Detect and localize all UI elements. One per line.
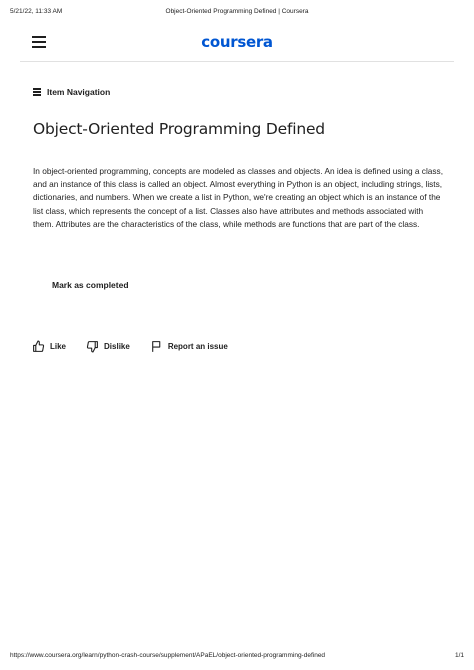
report-issue-label: Report an issue [167, 342, 228, 351]
page-title: Object-Oriented Programming Defined [33, 120, 325, 138]
list-icon [33, 88, 41, 96]
article-body: In object-oriented programming, concepts… [33, 166, 444, 229]
flag-icon [151, 341, 161, 352]
like-button[interactable]: Like [32, 340, 66, 353]
print-header: 5/21/22, 11:33 AM Object-Oriented Progra… [10, 8, 464, 18]
print-url[interactable]: https://www.coursera.org/learn/python-cr… [10, 652, 325, 659]
like-label: Like [50, 342, 67, 351]
print-footer: https://www.coursera.org/learn/python-cr… [10, 652, 464, 662]
print-page-number: 1/1 [454, 652, 464, 659]
thumbs-up-icon [33, 340, 45, 352]
thumbs-down-icon [86, 341, 98, 353]
print-page-title: Object-Oriented Programming Defined | Co… [165, 8, 309, 15]
dislike-button[interactable]: Dislike [86, 340, 130, 353]
mark-as-completed-button[interactable]: Mark as completed [52, 280, 129, 290]
coursera-logo[interactable]: coursera [20, 33, 454, 51]
feedback-bar: Like Dislike Report an issue [32, 340, 248, 353]
item-navigation-button[interactable]: Item Navigation [33, 86, 110, 98]
top-navigation-bar: coursera [20, 28, 454, 62]
dislike-label: Dislike [104, 342, 130, 351]
report-issue-button[interactable]: Report an issue [150, 340, 228, 353]
item-navigation-label: Item Navigation [47, 87, 111, 97]
